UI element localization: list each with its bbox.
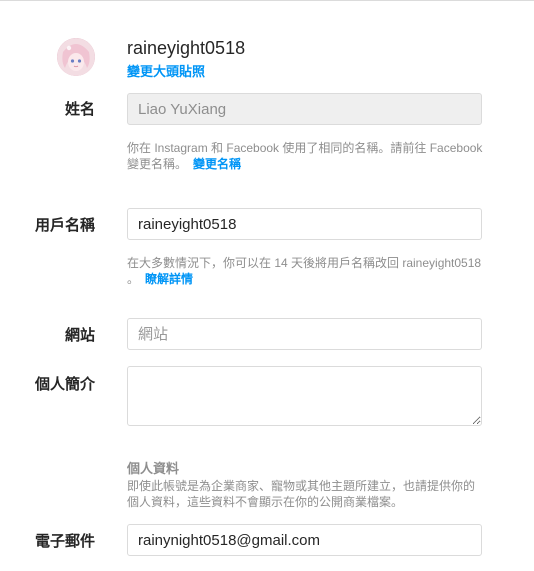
personal-info-description: 即使此帳號是為企業商家、寵物或其他主題所建立，也請提供你的個人資料，這些資料不會…: [127, 479, 476, 509]
avatar[interactable]: [57, 38, 95, 76]
change-profile-photo-link[interactable]: 變更大頭貼照: [127, 61, 205, 80]
personal-info-heading: 個人資料: [127, 461, 180, 476]
email-label: 電子郵件: [34, 533, 95, 550]
edit-profile-page: raineyight0518 變更大頭貼照 姓名 你在 Instagram 和 …: [0, 0, 534, 571]
email-field[interactable]: [127, 524, 482, 556]
bio-label: 個人簡介: [34, 376, 95, 393]
change-name-link[interactable]: 變更名稱: [193, 157, 241, 171]
bio-textarea[interactable]: [127, 366, 482, 426]
name-field[interactable]: [127, 93, 482, 125]
learn-more-link[interactable]: 瞭解詳情: [145, 272, 193, 286]
username-helper: 在大多數情況下，你可以在 14 天後將用戶名稱改回 raineyight0518…: [127, 255, 487, 287]
website-label: 網站: [64, 327, 95, 344]
name-helper-text: 你在 Instagram 和 Facebook 使用了相同的名稱。請前往 Fac…: [127, 141, 483, 171]
name-label: 姓名: [64, 101, 95, 118]
avatar-image: [57, 38, 95, 76]
website-field[interactable]: [127, 318, 482, 350]
username-field[interactable]: [127, 208, 482, 240]
top-divider: [0, 0, 534, 1]
username-label: 用戶名稱: [34, 217, 95, 234]
name-helper: 你在 Instagram 和 Facebook 使用了相同的名稱。請前往 Fac…: [127, 140, 487, 172]
profile-username: raineyight0518: [127, 38, 246, 58]
